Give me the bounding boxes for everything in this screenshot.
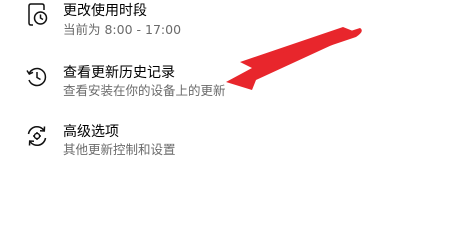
- advanced-options-link[interactable]: 高级选项 其他更新控制和设置: [0, 119, 300, 159]
- sync-gear-icon: [24, 123, 50, 149]
- view-update-history-title: 查看更新历史记录: [63, 65, 175, 81]
- change-active-hours-title: 更改使用时段: [63, 3, 147, 19]
- advanced-options-title: 高级选项: [63, 124, 119, 140]
- active-hours-value: 当前为 8:00 - 17:00: [63, 22, 182, 37]
- history-icon: [24, 64, 50, 90]
- change-active-hours-link[interactable]: 更改使用时段 当前为 8:00 - 17:00: [0, 0, 300, 40]
- clock-alarm-icon: [24, 2, 50, 28]
- advanced-options-subtitle: 其他更新控制和设置: [63, 142, 176, 157]
- view-update-history-subtitle: 查看安装在你的设备上的更新: [63, 83, 226, 98]
- view-update-history-link[interactable]: 查看更新历史记录 查看安装在你的设备上的更新: [0, 58, 300, 98]
